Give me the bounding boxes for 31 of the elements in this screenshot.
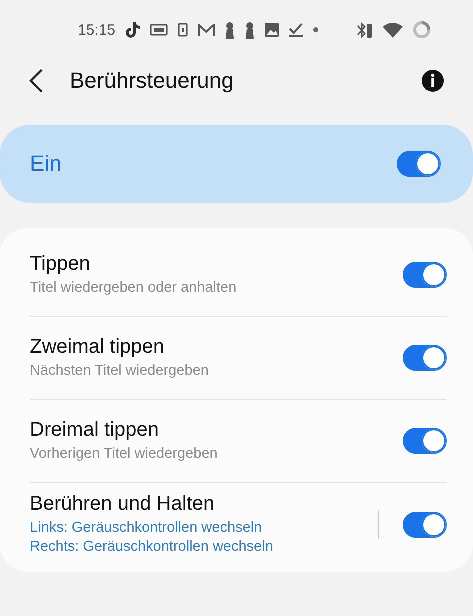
mail-icon [198,24,215,36]
toggle-switch[interactable] [403,262,447,288]
check-icon [288,22,303,38]
toggle-switch[interactable] [403,512,447,538]
toggle-switch[interactable] [403,428,447,454]
master-switch-label: Ein [30,151,63,177]
setting-title: Tippen [30,252,92,276]
phone-icon [178,23,188,37]
info-button[interactable] [421,69,445,93]
dot-icon [312,27,319,33]
card-icon [150,24,168,36]
toggle-switch[interactable] [403,345,447,371]
image-icon [264,23,279,37]
action-link[interactable]: Links: Geräuschkontrollen wechseln [30,518,378,538]
setting-description: Nächsten Titel wiedergeben [30,362,210,380]
action-link[interactable]: Rechts: Geräuschkontrollen wechseln [30,538,378,556]
setting-title: Berühren und Halten [30,492,216,516]
figure-icon [224,22,235,38]
page-title: Berührsteuerung [70,68,235,94]
music-note-icon [126,22,140,38]
bluetooth-battery-icon [356,22,373,38]
master-switch-bar[interactable]: Ein [0,125,473,203]
setting-description: Vorherigen Titel wiedergeben [30,444,219,464]
setting-description: Titel wiedergeben oder anhalten [30,278,238,298]
setting-title: Dreimal tippen [30,418,160,442]
battery-ring-icon [412,21,431,39]
figure-icon [244,22,255,38]
wifi-icon [382,22,403,38]
setting-title: Zweimal tippen [30,336,166,358]
status-time: 15:15 [78,22,116,38]
toggle-switch[interactable] [397,151,441,177]
